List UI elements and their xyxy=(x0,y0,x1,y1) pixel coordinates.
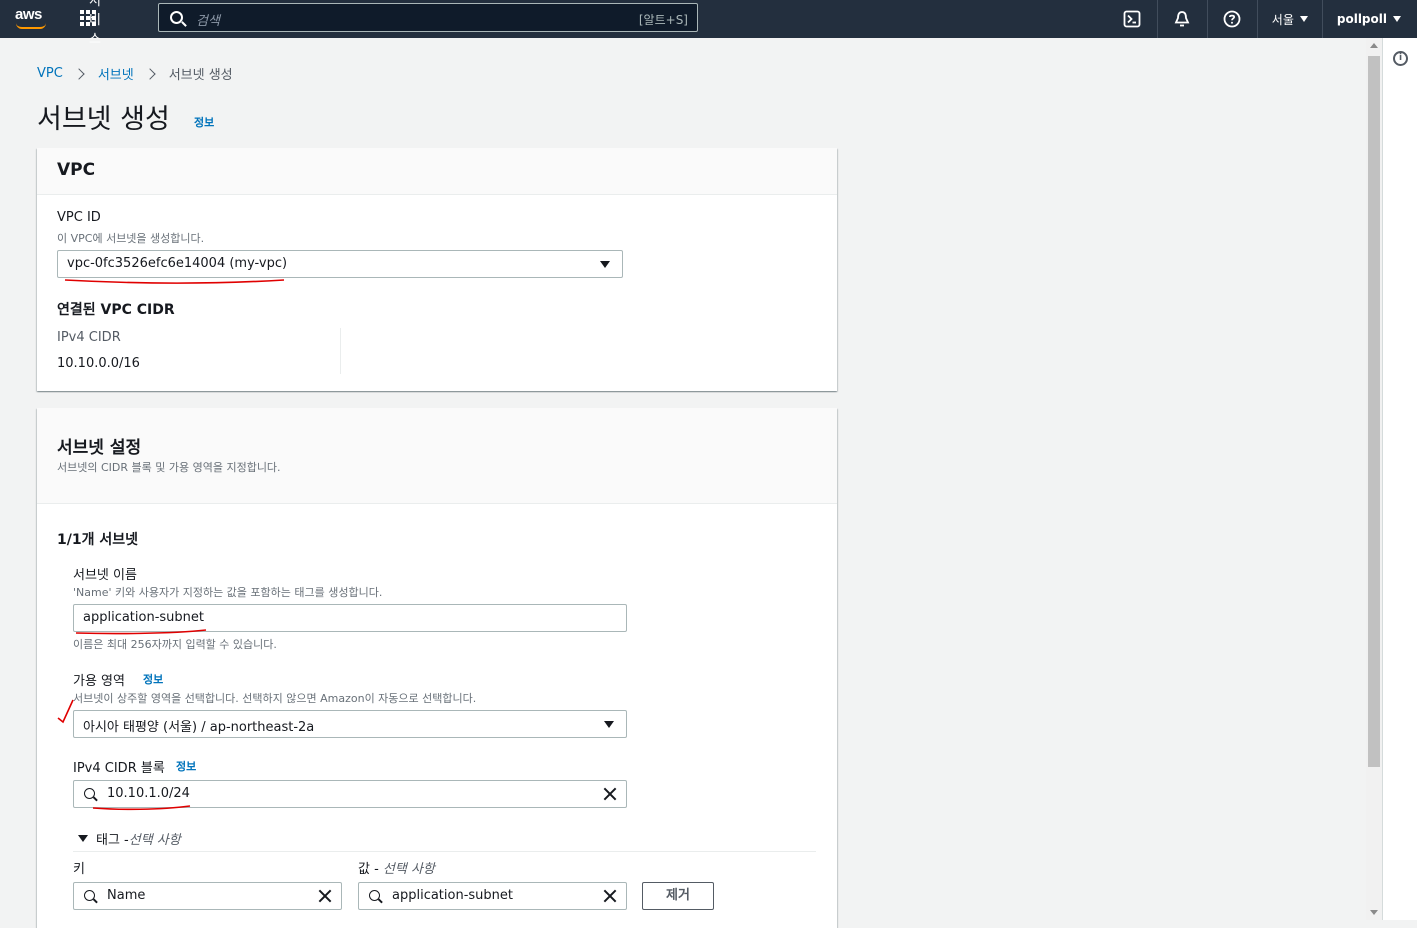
vpc-id-label: VPC ID xyxy=(57,210,101,225)
clear-icon[interactable] xyxy=(602,888,618,904)
bell-icon xyxy=(1174,11,1190,27)
ipv4-cidr-value: 10.10.0.0/16 xyxy=(57,356,140,371)
notifications-button[interactable] xyxy=(1158,0,1208,38)
aws-logo[interactable]: aws xyxy=(14,5,50,31)
ipv4-cidr-block-input[interactable]: 10.10.1.0/24 xyxy=(73,780,627,808)
vpc-panel: VPC VPC ID 이 VPC에 서브넷을 생성합니다. vpc-0fc352… xyxy=(37,148,837,391)
scrollbar-thumb[interactable] xyxy=(1368,56,1380,767)
tags-divider xyxy=(73,851,816,852)
subnet-name-value: application-subnet xyxy=(83,610,204,625)
info-panel-icon[interactable]: i xyxy=(1393,51,1408,66)
breadcrumb-subnets[interactable]: 서브넷 xyxy=(98,64,134,83)
caret-down-icon xyxy=(1299,16,1308,22)
search-icon xyxy=(84,788,95,799)
account-menu[interactable]: pollpoll xyxy=(1323,0,1417,38)
search-icon xyxy=(170,11,183,24)
search-placeholder: 검색 xyxy=(196,14,220,29)
az-label: 가용 영역 xyxy=(73,674,125,689)
az-description: 서브넷이 상주할 영역을 선택합니다. 선택하지 않으면 Amazon이 자동으… xyxy=(73,692,477,705)
subnet-count: 1/1개 서브넷 xyxy=(57,532,138,548)
tag-value-label-text: 값 - xyxy=(358,862,383,877)
help-icon xyxy=(1223,10,1241,28)
subnet-name-label: 서브넷 이름 xyxy=(73,568,137,583)
search-icon xyxy=(369,890,380,901)
ipv4-cidr-label: IPv4 CIDR xyxy=(57,330,121,345)
column-divider xyxy=(340,328,341,374)
breadcrumb: VPC 서브넷 서브넷 생성 xyxy=(37,64,233,83)
services-menu[interactable]: 서비스 xyxy=(80,0,101,47)
vpc-id-description: 이 VPC에 서브넷을 생성합니다. xyxy=(57,232,205,245)
remove-tag-button[interactable]: 제거 xyxy=(642,882,714,910)
caret-down-icon xyxy=(604,721,614,728)
subnet-name-hint: 이름은 최대 256자까지 입력할 수 있습니다. xyxy=(73,638,277,651)
tag-key-label: 키 xyxy=(73,862,85,877)
scroll-down-icon[interactable] xyxy=(1370,910,1378,915)
tags-optional-label: 선택 사항 xyxy=(128,833,181,848)
az-select[interactable]: 아시아 태평양 (서울) / ap-northeast-2a xyxy=(73,710,627,738)
caret-down-icon xyxy=(1393,16,1401,22)
subnet-settings-panel: 서브넷 설정 서브넷의 CIDR 블록 및 가용 영역을 지정합니다. 1/1개… xyxy=(37,408,837,928)
clear-icon[interactable] xyxy=(317,888,333,904)
cidr-block-value: 10.10.1.0/24 xyxy=(107,786,190,801)
tag-key-input[interactable]: Name xyxy=(73,882,342,910)
help-panel-rail: i xyxy=(1382,38,1417,920)
account-name: pollpoll xyxy=(1336,12,1387,26)
vpc-panel-heading: VPC xyxy=(57,160,96,180)
region-label: 서울 xyxy=(1271,12,1294,27)
scroll-up-icon[interactable] xyxy=(1370,43,1378,48)
subnet-name-input[interactable]: application-subnet xyxy=(73,604,627,632)
cloudshell-button[interactable] xyxy=(1108,0,1158,38)
global-search-input[interactable]: 검색 [알트+S] xyxy=(158,3,698,32)
top-navigation: aws 서비스 검색 [알트+S] 서울 pollpoll xyxy=(0,0,1417,47)
subnet-name-description: 'Name' 키와 사용자가 지정하는 값을 포함하는 태그를 생성합니다. xyxy=(73,586,383,599)
caret-down-icon xyxy=(600,261,610,268)
nav-right-group: 서울 pollpoll xyxy=(1108,0,1417,38)
search-icon xyxy=(84,890,95,901)
tags-expander[interactable]: 태그 - 선택 사항 xyxy=(78,829,181,848)
clear-icon[interactable] xyxy=(602,786,618,802)
terminal-icon xyxy=(1123,10,1141,28)
help-button[interactable] xyxy=(1208,0,1258,38)
subnet-settings-heading: 서브넷 설정 xyxy=(57,438,142,458)
vpc-id-value: vpc-0fc3526efc6e14004 (my-vpc) xyxy=(67,256,288,271)
chevron-right-icon xyxy=(73,67,85,80)
tag-value-optional: 선택 사항 xyxy=(382,862,435,877)
tag-key-value: Name xyxy=(107,888,146,903)
tag-value-label: 값 - 선택 사항 xyxy=(358,858,435,877)
az-value: 아시아 태평양 (서울) / ap-northeast-2a xyxy=(83,720,315,735)
search-shortcut: [알트+S] xyxy=(638,13,688,27)
associated-cidr-heading: 연결된 VPC CIDR xyxy=(57,302,175,318)
vpc-id-select[interactable]: vpc-0fc3526efc6e14004 (my-vpc) xyxy=(57,250,623,278)
az-info-link[interactable]: 정보 xyxy=(143,671,163,687)
aws-smile-icon xyxy=(16,23,46,29)
page-scrollbar[interactable] xyxy=(1366,38,1382,920)
subnet-settings-header: 서브넷 설정 서브넷의 CIDR 블록 및 가용 영역을 지정합니다. xyxy=(37,408,837,504)
region-selector[interactable]: 서울 xyxy=(1258,0,1323,38)
page-title: 서브넷 생성 xyxy=(37,104,170,135)
breadcrumb-vpc[interactable]: VPC xyxy=(37,66,63,81)
vpc-panel-header: VPC xyxy=(37,148,837,195)
aws-logo-text: aws xyxy=(15,6,42,23)
tag-value-input[interactable]: application-subnet xyxy=(358,882,627,910)
tag-value-value: application-subnet xyxy=(392,888,513,903)
caret-down-icon xyxy=(78,835,88,842)
services-label: 서비스 xyxy=(89,0,101,47)
subnet-settings-description: 서브넷의 CIDR 블록 및 가용 영역을 지정합니다. xyxy=(57,461,281,474)
page-info-link[interactable]: 정보 xyxy=(194,114,214,130)
breadcrumb-current: 서브넷 생성 xyxy=(168,68,233,83)
chevron-right-icon xyxy=(144,67,156,80)
ipv4-cidr-block-label: IPv4 CIDR 블록 xyxy=(73,761,165,776)
tags-toggle-label: 태그 - xyxy=(96,833,129,848)
cidr-info-link[interactable]: 정보 xyxy=(176,758,196,774)
